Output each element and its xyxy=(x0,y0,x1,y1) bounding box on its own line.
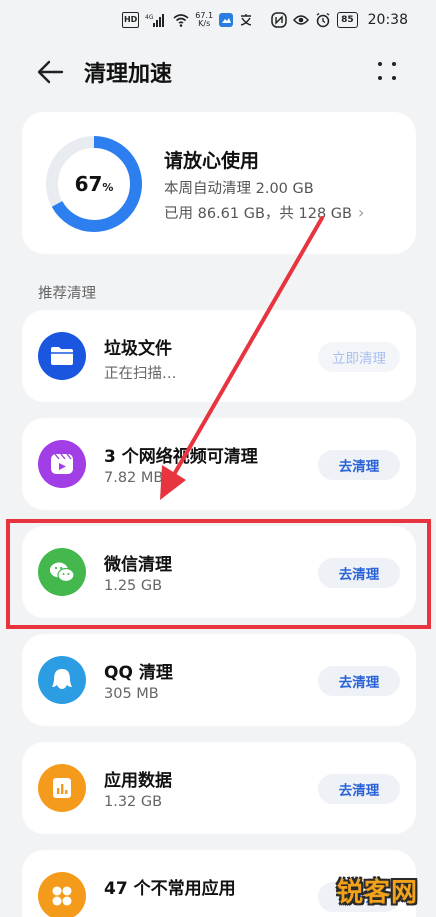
storage-summary-card[interactable]: 67% 请放心使用 本周自动清理 2.00 GB 已用 86.61 GB，共 1… xyxy=(22,112,416,254)
video-icon xyxy=(38,440,86,488)
translate-icon xyxy=(239,12,253,28)
arrow-left-icon xyxy=(37,60,64,84)
clean-now-button[interactable]: 立即清理 xyxy=(318,342,400,372)
battery-icon: 85 xyxy=(337,12,358,28)
section-title: 推荐清理 xyxy=(38,286,96,302)
watermark-logo: 锐客网 xyxy=(336,878,418,908)
back-button[interactable] xyxy=(36,58,66,86)
item-subtitle: 1.32 GB xyxy=(104,794,163,810)
network-type-label: 4G xyxy=(145,14,154,21)
highlight-annotation-box xyxy=(6,519,431,629)
hd-icon: HD xyxy=(121,12,140,28)
eye-comfort-icon xyxy=(293,12,310,28)
folder-icon xyxy=(38,332,86,380)
storage-status-title: 请放心使用 xyxy=(164,150,260,172)
page-title: 清理加速 xyxy=(84,62,173,87)
item-title: 47 个不常用应用 xyxy=(104,879,236,899)
item-subtitle: 正在扫描… xyxy=(104,366,177,382)
chevron-right-icon: › xyxy=(358,203,365,222)
more-options-button[interactable] xyxy=(376,60,400,84)
storage-percent: 67% xyxy=(74,172,114,196)
item-title: 垃圾文件 xyxy=(104,339,172,359)
qq-icon xyxy=(38,656,86,704)
list-item-app-data[interactable]: 应用数据 1.32 GB 去清理 xyxy=(22,742,416,834)
alarm-icon xyxy=(315,12,331,28)
signal-icon: 4G xyxy=(145,12,167,28)
status-bar: HD 4G 67.1 K/s 85 20:38 xyxy=(0,0,436,40)
gallery-app-icon xyxy=(219,12,234,28)
go-clean-button[interactable]: 去清理 xyxy=(318,450,400,480)
item-subtitle: 7.82 MB xyxy=(104,470,164,486)
go-clean-button[interactable]: 去清理 xyxy=(318,666,400,696)
storage-usage-text: 已用 86.61 GB，共 128 GB xyxy=(164,206,352,222)
weekly-auto-clean-text: 本周自动清理 2.00 GB xyxy=(164,181,314,197)
item-title: QQ 清理 xyxy=(104,663,173,683)
list-item-qq[interactable]: QQ 清理 305 MB 去清理 xyxy=(22,634,416,726)
list-item-network-videos[interactable]: 3 个网络视频可清理 7.82 MB 去清理 xyxy=(22,418,416,510)
app-header: 清理加速 xyxy=(0,52,436,92)
item-title: 3 个网络视频可清理 xyxy=(104,447,258,467)
network-speed: 67.1 K/s xyxy=(195,11,214,28)
storage-usage-link[interactable]: 已用 86.61 GB，共 128 GB › xyxy=(164,202,364,223)
item-subtitle: 305 MB xyxy=(104,686,159,702)
apps-icon xyxy=(38,872,86,917)
item-title: 应用数据 xyxy=(104,771,172,791)
go-clean-button[interactable]: 去清理 xyxy=(318,774,400,804)
nfc-icon xyxy=(271,12,287,28)
app-data-icon xyxy=(38,764,86,812)
list-item-junk-files[interactable]: 垃圾文件 正在扫描… 立即清理 xyxy=(22,310,416,402)
clock: 20:38 xyxy=(367,12,408,28)
wifi-icon xyxy=(173,12,189,28)
